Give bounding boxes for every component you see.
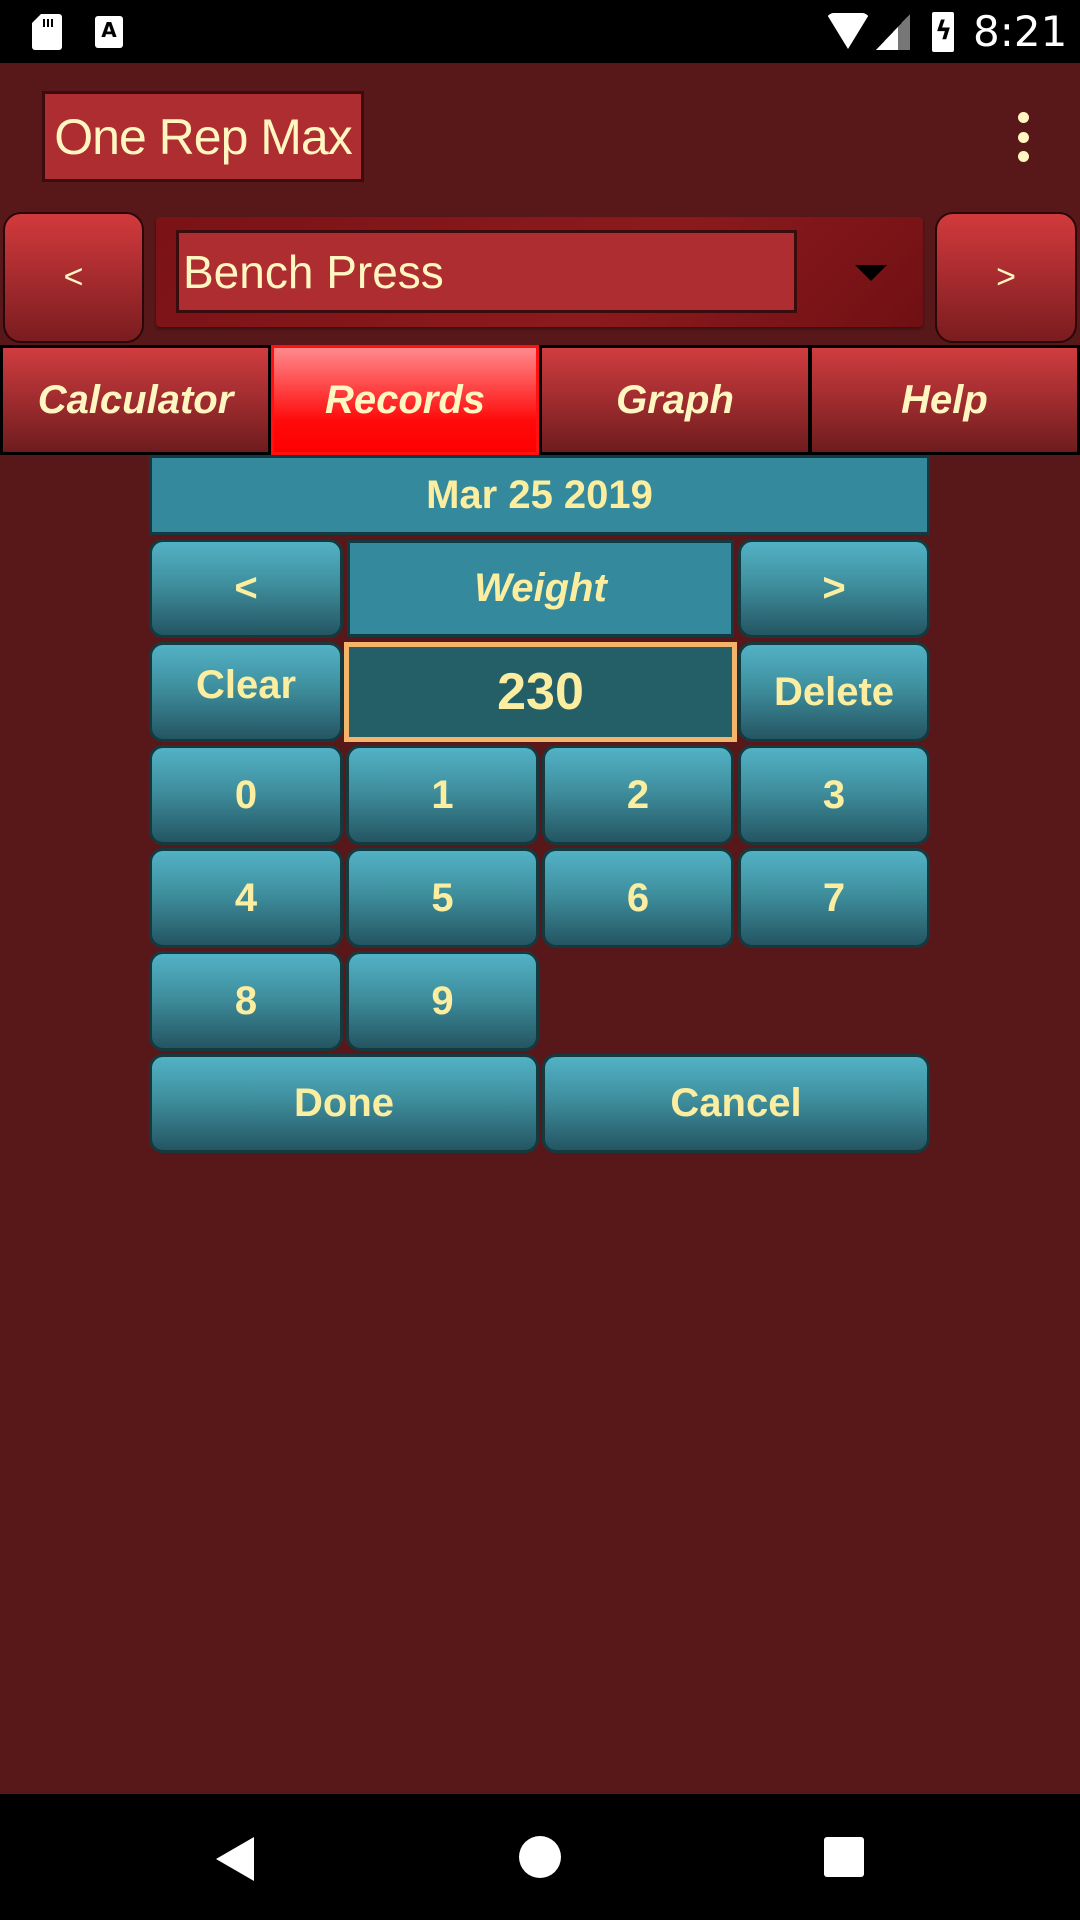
cell-signal-icon xyxy=(876,14,910,50)
tab-bar: Calculator Records Graph Help xyxy=(0,345,1080,455)
tab-records[interactable]: Records xyxy=(271,345,539,455)
dropdown-arrow-icon xyxy=(855,265,887,281)
next-field-button[interactable]: > xyxy=(738,539,930,638)
next-exercise-button[interactable]: > xyxy=(935,212,1077,343)
app-title: One Rep Max xyxy=(54,108,352,165)
tab-graph[interactable]: Graph xyxy=(542,348,808,452)
status-bar: A 8:21 xyxy=(0,0,1080,63)
recents-icon[interactable] xyxy=(824,1837,864,1877)
exercise-dropdown[interactable]: Bench Press xyxy=(156,217,923,327)
battery-charging-icon xyxy=(932,12,954,52)
clear-button[interactable]: Clear xyxy=(149,642,343,742)
digit-5-button[interactable]: 5 xyxy=(346,848,539,948)
delete-button[interactable]: Delete xyxy=(738,642,930,742)
field-label: Weight xyxy=(347,540,734,637)
done-button[interactable]: Done xyxy=(149,1054,539,1153)
digit-0-button[interactable]: 0 xyxy=(149,745,343,845)
cancel-button[interactable]: Cancel xyxy=(542,1054,930,1153)
digit-8-button[interactable]: 8 xyxy=(149,951,343,1051)
digit-2-button[interactable]: 2 xyxy=(542,745,734,845)
back-icon[interactable] xyxy=(216,1837,254,1881)
exercise-dropdown-value: Bench Press xyxy=(176,230,797,313)
menu-dot xyxy=(1017,131,1029,143)
home-icon[interactable] xyxy=(519,1836,561,1878)
menu-dot xyxy=(1017,112,1029,123)
accessibility-a-icon: A xyxy=(95,16,123,48)
previous-exercise-button[interactable]: < xyxy=(3,212,144,343)
previous-field-button[interactable]: < xyxy=(149,539,343,638)
digit-7-button[interactable]: 7 xyxy=(738,848,930,948)
digit-4-button[interactable]: 4 xyxy=(149,848,343,948)
menu-dot xyxy=(1017,151,1029,162)
clock: 8:21 xyxy=(973,7,1068,56)
digit-1-button[interactable]: 1 xyxy=(346,745,539,845)
system-nav-bar xyxy=(0,1794,1080,1920)
digit-6-button[interactable]: 6 xyxy=(542,848,734,948)
digit-3-button[interactable]: 3 xyxy=(738,745,930,845)
tab-calculator[interactable]: Calculator xyxy=(3,348,268,452)
sd-card-icon xyxy=(32,14,62,50)
record-date[interactable]: Mar 25 2019 xyxy=(149,455,930,535)
wifi-icon xyxy=(826,13,870,49)
tab-help[interactable]: Help xyxy=(812,348,1077,452)
app-title-box: One Rep Max xyxy=(42,91,364,182)
digit-9-button[interactable]: 9 xyxy=(346,951,539,1051)
value-display[interactable]: 230 xyxy=(344,642,737,742)
overflow-menu-icon[interactable] xyxy=(1008,112,1038,162)
